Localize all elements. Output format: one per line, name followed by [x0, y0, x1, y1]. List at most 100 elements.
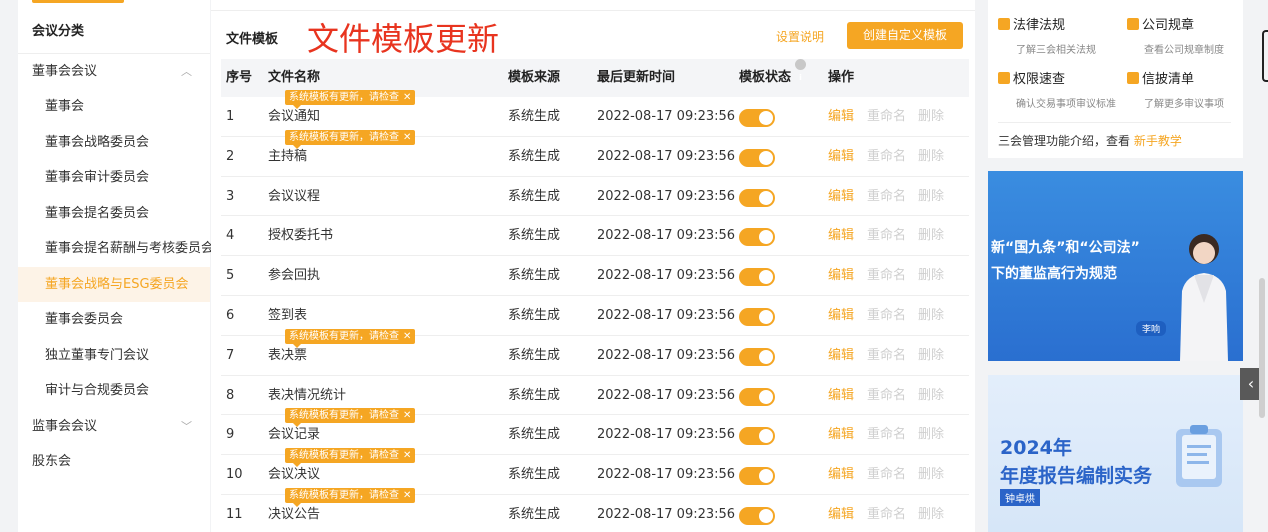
status-toggle[interactable] [739, 307, 775, 326]
sidebar-item[interactable]: 董事会提名薪酬与考核委员会 [18, 231, 214, 267]
template-source: 系统生成 [508, 427, 561, 443]
help-link[interactable]: 设置说明 [776, 28, 824, 45]
sidebar-item[interactable]: 董事会战略与ESG委员会 [18, 266, 210, 302]
quick-link-title: 法律法规 [1013, 18, 1066, 33]
updated-time: 2022-08-17 09:23:56 [597, 506, 736, 522]
quick-link-disclosure[interactable]: 信披清单 了解更多审议事项 [1127, 68, 1224, 110]
status-toggle[interactable] [739, 268, 775, 287]
status-toggle[interactable] [739, 347, 775, 366]
quick-link-laws[interactable]: 法律法规 了解三会相关法规 [998, 14, 1096, 56]
group-shareholder-meeting[interactable]: 股东会 [18, 444, 210, 479]
rename-button[interactable]: 重命名 [867, 216, 906, 256]
edit-button[interactable]: 编辑 [828, 216, 854, 256]
update-tip-text: 系统模板有更新，请检查 [289, 450, 399, 462]
status-toggle[interactable] [739, 188, 775, 207]
tutorial-link[interactable]: 新手教学 [1134, 134, 1182, 148]
status-toggle[interactable] [739, 109, 775, 127]
delete-button[interactable]: 删除 [918, 336, 944, 376]
template-source: 系统生成 [508, 188, 561, 204]
edit-button[interactable]: 编辑 [828, 97, 854, 137]
delete-button[interactable]: 删除 [918, 455, 944, 495]
status-toggle[interactable] [739, 387, 775, 406]
close-icon[interactable]: ✕ [403, 132, 411, 143]
edit-button[interactable]: 编辑 [828, 137, 854, 177]
status-toggle[interactable] [739, 427, 775, 446]
update-tip-text: 系统模板有更新，请检查 [289, 410, 399, 422]
quick-link-rules[interactable]: 公司规章 查看公司规章制度 [1127, 14, 1224, 56]
quick-link-sub: 确认交易事项审议标准 [1016, 99, 1116, 110]
row-index: 10 [226, 467, 243, 483]
delete-button[interactable]: 删除 [918, 97, 944, 137]
rename-button[interactable]: 重命名 [867, 455, 906, 495]
close-icon[interactable]: ✕ [403, 450, 411, 461]
meeting-category-sidebar: 会议分类 董事会会议 ︿ 董事会 董事会战略委员会 董事会审计委员会 董事会提名委员会… [18, 0, 214, 532]
template-name: 授权委托书 [268, 228, 334, 244]
scrollbar[interactable] [1259, 278, 1265, 418]
sidebar-item[interactable]: 董事会审计委员会 [18, 160, 210, 196]
status-toggle[interactable] [739, 228, 775, 247]
sidebar-item[interactable]: 董事会提名委员会 [18, 196, 210, 232]
edit-button[interactable]: 编辑 [828, 376, 854, 416]
row-index: 7 [226, 347, 235, 363]
delete-button[interactable]: 删除 [918, 495, 944, 532]
update-tip: 系统模板有更新，请检查 ✕ [285, 408, 416, 428]
edit-button[interactable]: 编辑 [828, 455, 854, 495]
template-source: 系统生成 [508, 347, 561, 363]
status-toggle[interactable] [739, 467, 775, 486]
sidebar-item[interactable]: 独立董事专门会议 [18, 338, 210, 374]
quick-link-authority[interactable]: 权限速查 确认交易事项审议标准 [998, 68, 1116, 110]
rename-button[interactable]: 重命名 [867, 415, 906, 455]
delete-button[interactable]: 删除 [918, 415, 944, 455]
shield-icon [998, 72, 1010, 84]
delete-button[interactable]: 删除 [918, 177, 944, 217]
sidebar-item[interactable]: 董事会战略委员会 [18, 125, 210, 161]
edit-button[interactable]: 编辑 [828, 495, 854, 532]
delete-button[interactable]: 删除 [918, 296, 944, 336]
rename-button[interactable]: 重命名 [867, 296, 906, 336]
rename-button[interactable]: 重命名 [867, 376, 906, 416]
edit-button[interactable]: 编辑 [828, 296, 854, 336]
rename-button[interactable]: 重命名 [867, 97, 906, 137]
delete-button[interactable]: 删除 [918, 376, 944, 416]
sidebar-item[interactable]: 董事会委员会 [18, 302, 210, 338]
rename-button[interactable]: 重命名 [867, 177, 906, 217]
update-tip: 系统模板有更新，请检查 ✕ [285, 90, 416, 109]
create-custom-template-button[interactable]: 创建自定义模板 [847, 22, 963, 49]
delete-button[interactable]: 删除 [918, 216, 944, 256]
sidebar-item[interactable]: 审计与合规委员会 [18, 373, 210, 409]
edit-button[interactable]: 编辑 [828, 256, 854, 296]
update-tip-text: 系统模板有更新，请检查 [289, 330, 399, 342]
group-board-meeting[interactable]: 董事会会议 ︿ [18, 54, 210, 89]
template-source: 系统生成 [508, 387, 561, 403]
course-banner-annual-report[interactable]: 2024年 年度报告编制实务 钟卓烘 [988, 375, 1243, 532]
table-row: 4 授权委托书 系统生成 2022-08-17 09:23:56 编辑 重命名 删除 [221, 216, 969, 257]
updated-time: 2022-08-17 09:23:56 [597, 467, 736, 483]
row-index: 9 [226, 427, 235, 443]
chevron-down-icon: ﹀ [181, 419, 192, 433]
updated-time: 2022-08-17 09:23:56 [597, 307, 736, 323]
delete-button[interactable]: 删除 [918, 137, 944, 177]
row-index: 5 [226, 268, 235, 284]
course-banner-governance[interactable]: 新“国九条”和“公司法” 下的董监高行为规范 李响 [988, 171, 1243, 361]
col-status-label: 模板状态 [739, 70, 792, 85]
sidebar-item[interactable]: 董事会 [18, 89, 210, 125]
status-toggle[interactable] [739, 506, 775, 525]
close-icon[interactable]: ✕ [403, 92, 411, 103]
edit-button[interactable]: 编辑 [828, 415, 854, 455]
rename-button[interactable]: 重命名 [867, 336, 906, 376]
info-icon[interactable]: i [795, 59, 807, 82]
close-icon[interactable]: ✕ [403, 331, 411, 342]
edit-button[interactable]: 编辑 [828, 177, 854, 217]
table-row: 11 决议公告 系统模板有更新，请检查 ✕ 系统生成 2022-08-17 09:23:5… [221, 487, 969, 532]
group-supervisory-meeting[interactable]: 监事会会议 ﹀ [18, 409, 210, 444]
delete-button[interactable]: 删除 [918, 256, 944, 296]
rename-button[interactable]: 重命名 [867, 256, 906, 296]
status-toggle[interactable] [739, 148, 775, 167]
rename-button[interactable]: 重命名 [867, 495, 906, 532]
edge-frame [1262, 30, 1268, 82]
close-icon[interactable]: ✕ [403, 490, 411, 501]
edit-button[interactable]: 编辑 [828, 336, 854, 376]
update-tip-text: 系统模板有更新，请检查 [289, 131, 399, 143]
close-icon[interactable]: ✕ [403, 410, 411, 421]
rename-button[interactable]: 重命名 [867, 137, 906, 177]
